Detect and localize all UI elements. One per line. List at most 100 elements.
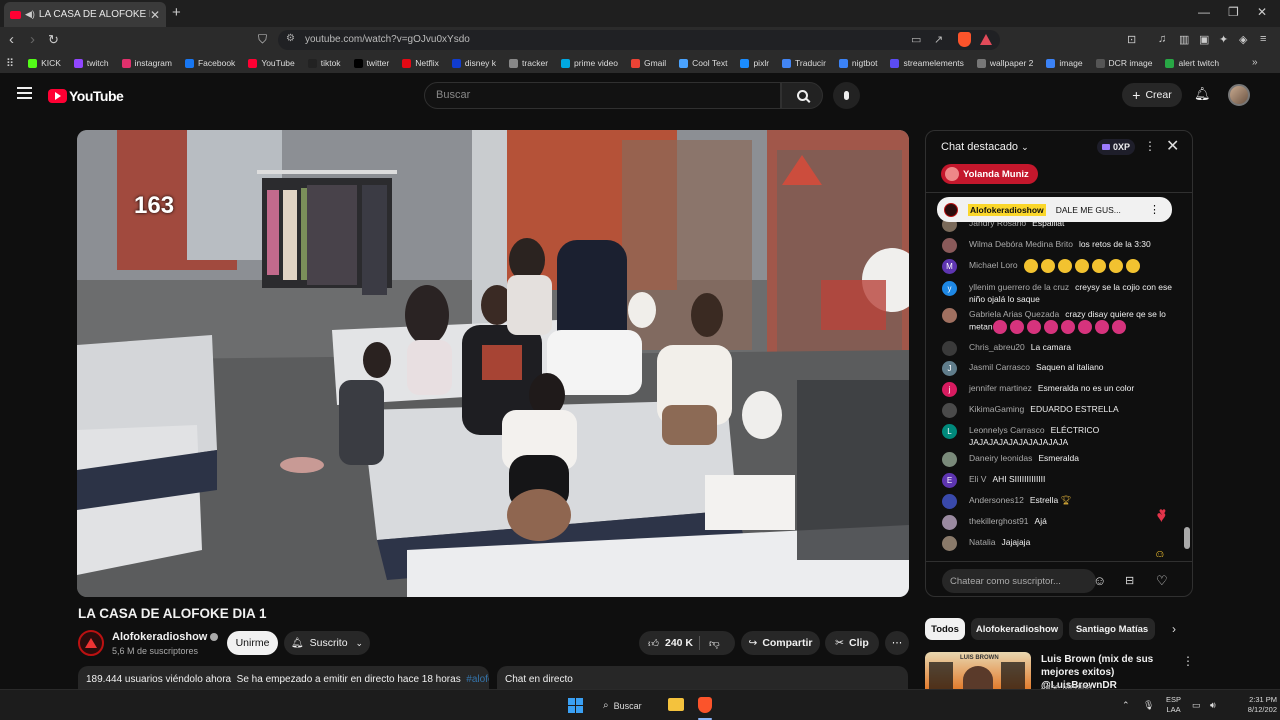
- site-info-icon[interactable]: ⚙: [286, 33, 295, 44]
- bookmark-alert-twitch[interactable]: alert twitch: [1165, 58, 1219, 68]
- account-avatar[interactable]: [1228, 84, 1250, 106]
- speaker-icon[interactable]: ◀): [25, 9, 35, 20]
- chat-message-list[interactable]: Jandry Rosario Espailiat Wilma Debóra Medi…: [926, 217, 1186, 557]
- chat-input[interactable]: [942, 569, 1096, 593]
- bookmark-gmail[interactable]: Gmail: [630, 58, 666, 68]
- chat-author[interactable]: KikimaGaming: [969, 404, 1024, 414]
- chat-message[interactable]: L Leonnelys Carrasco ELÉCTRICO JAJAJAJAJAJ…: [942, 424, 1180, 448]
- chat-message[interactable]: j jennifer martinez Esmeralda no es un col…: [942, 382, 1180, 397]
- apps-grid-icon[interactable]: ⠿: [6, 57, 14, 70]
- voice-search-button[interactable]: [833, 82, 860, 109]
- sidebar-icon[interactable]: ▥: [1179, 33, 1189, 46]
- notifications-bell-icon[interactable]: 🔔︎: [1194, 86, 1211, 102]
- chat-message[interactable]: thekillerghost91 Ajá ♥: [942, 510, 1180, 530]
- emoji-icon[interactable]: ☺: [1093, 573, 1106, 588]
- bookmark-kick[interactable]: KICK: [28, 58, 61, 68]
- microphone-tray-icon[interactable]: 🎙︎: [1143, 700, 1154, 711]
- chat-author[interactable]: Michael Loro: [969, 260, 1018, 270]
- bookmark-instagram[interactable]: instagram: [121, 58, 172, 68]
- forward-icon[interactable]: ›: [30, 31, 35, 48]
- bookmark-disney-k[interactable]: disney k: [451, 58, 496, 68]
- chat-author[interactable]: Jasmil Carrasco: [969, 362, 1030, 372]
- chat-author[interactable]: Eli V: [969, 474, 986, 484]
- chip-santiago[interactable]: Santiago Matías: [1069, 618, 1155, 640]
- chat-mode-dropdown[interactable]: Chat destacado ⌄: [941, 141, 1029, 153]
- more-bookmarks-icon[interactable]: »: [1252, 57, 1260, 68]
- pinned-user-chip[interactable]: Yolanda Muniz: [941, 164, 1038, 184]
- chat-message[interactable]: E Eli V AHI SIIIIIIIIIIIII: [942, 473, 1180, 488]
- restore-icon[interactable]: ❐: [1228, 5, 1239, 19]
- chat-scrollbar-thumb[interactable]: [1184, 527, 1190, 549]
- cast-icon[interactable]: ▭: [911, 33, 921, 46]
- clip-button[interactable]: ✂ Clip: [825, 631, 879, 655]
- bookmark-twitter[interactable]: twitter: [353, 58, 389, 68]
- join-button[interactable]: Unirme: [227, 631, 278, 655]
- reload-icon[interactable]: ↻: [48, 32, 59, 48]
- chat-message[interactable]: KikimaGaming EDUARDO ESTRELLA: [942, 403, 1180, 418]
- recommendation-menu-icon[interactable]: ⋮: [1182, 654, 1194, 668]
- xp-badge[interactable]: 0XP: [1097, 139, 1135, 155]
- chat-author[interactable]: Leonnelys Carrasco: [969, 425, 1045, 435]
- chat-menu-icon[interactable]: ⋮: [1144, 139, 1156, 153]
- brave-shield-icon[interactable]: [958, 32, 971, 47]
- leo-icon[interactable]: ✦: [1219, 33, 1228, 46]
- bookmark-nigtbot[interactable]: nigtbot: [838, 58, 877, 68]
- bookmark-youtube[interactable]: YouTube: [248, 58, 295, 68]
- bookmark-streamelements[interactable]: streamelements: [890, 58, 964, 68]
- chat-message[interactable]: M Michael Loro: [942, 259, 1180, 274]
- network-icon[interactable]: ▭: [1192, 700, 1201, 711]
- chat-message[interactable]: Natalia Jajajaja ☺: [942, 536, 1180, 557]
- bookmark-twitch[interactable]: twitch: [73, 58, 109, 68]
- share-button[interactable]: ↪ Compartir: [741, 631, 820, 655]
- menu-icon[interactable]: ≡: [1260, 33, 1266, 45]
- chat-author[interactable]: Chris_abreu20: [969, 342, 1025, 352]
- chat-author[interactable]: jennifer martinez: [969, 383, 1032, 393]
- channel-name-text[interactable]: Alofokeradioshow: [112, 631, 207, 643]
- chip-next-icon[interactable]: ›: [1172, 622, 1176, 636]
- bookmark-dcr-image[interactable]: DCR image: [1095, 58, 1152, 68]
- url-field[interactable]: ⚙ youtube.com/watch?v=gOJvu0xYsdo ▭ ↗: [278, 30, 1000, 50]
- windows-start-icon[interactable]: [568, 698, 583, 713]
- bookmark-netflix[interactable]: Netflix: [402, 58, 439, 68]
- share-page-icon[interactable]: ↗: [934, 33, 943, 46]
- close-chat-icon[interactable]: ✕: [1166, 136, 1179, 156]
- search-button[interactable]: [781, 82, 823, 109]
- chat-scrollbar[interactable]: [1184, 195, 1190, 557]
- volume-icon[interactable]: 🔊︎: [1210, 700, 1216, 711]
- media-icon[interactable]: ♫: [1158, 33, 1166, 45]
- brave-browser-icon[interactable]: [698, 697, 712, 713]
- vpn-icon[interactable]: ◈: [1239, 33, 1247, 46]
- heart-icon[interactable]: ♡: [1156, 573, 1168, 589]
- taskbar-search[interactable]: ⌕ Buscar: [603, 696, 659, 715]
- bookmark-facebook[interactable]: Facebook: [184, 58, 235, 68]
- search-input[interactable]: [436, 89, 766, 101]
- like-count[interactable]: 240 K: [665, 637, 693, 649]
- chat-message[interactable]: J Jasmil Carrasco Saquen al italiano: [942, 361, 1180, 376]
- bookmark-traducir[interactable]: Traducir: [782, 58, 826, 68]
- video-player[interactable]: 163: [77, 130, 909, 597]
- brave-rewards-icon[interactable]: [980, 34, 992, 45]
- subscribed-button[interactable]: 🔔︎ Suscrito ⌄: [284, 631, 370, 655]
- chat-message[interactable]: Gabriela Arias Quezada crazy disay quiere…: [942, 308, 1180, 334]
- wallet-icon[interactable]: ▣: [1199, 33, 1209, 46]
- language-indicator[interactable]: ESP LAA: [1166, 695, 1181, 715]
- bookmark-cool-text[interactable]: Cool Text: [679, 58, 727, 68]
- new-tab-icon[interactable]: +: [172, 4, 181, 21]
- chat-message[interactable]: Wilma Debóra Medina Brito los retos de la…: [942, 238, 1180, 253]
- chip-channel[interactable]: Alofokeradioshow: [971, 618, 1063, 640]
- screenshot-icon[interactable]: ⊡: [1127, 33, 1136, 46]
- bookmark-wallpaper-2[interactable]: wallpaper 2: [976, 58, 1033, 68]
- chip-all[interactable]: Todos: [925, 618, 965, 640]
- dislike-icon[interactable]: 👎︎: [709, 637, 720, 650]
- bookmark-tiktok[interactable]: tiktok: [307, 58, 341, 68]
- chat-message[interactable]: Chris_abreu20 La camara: [942, 341, 1180, 356]
- create-button[interactable]: + Crear: [1122, 83, 1182, 107]
- chat-author[interactable]: Gabriela Arias Quezada: [969, 309, 1059, 319]
- chat-author[interactable]: Daneiry leonidas: [969, 453, 1032, 463]
- channel-name[interactable]: Alofokeradioshow: [112, 631, 219, 643]
- back-icon[interactable]: ‹: [9, 31, 14, 48]
- chat-message[interactable]: Daneiry leonidas Esmeralda: [942, 452, 1180, 467]
- super-chat-icon[interactable]: ⊟: [1125, 574, 1134, 587]
- more-actions-button[interactable]: ⋯: [885, 631, 909, 655]
- pinned-menu-icon[interactable]: ⋮: [1149, 203, 1160, 216]
